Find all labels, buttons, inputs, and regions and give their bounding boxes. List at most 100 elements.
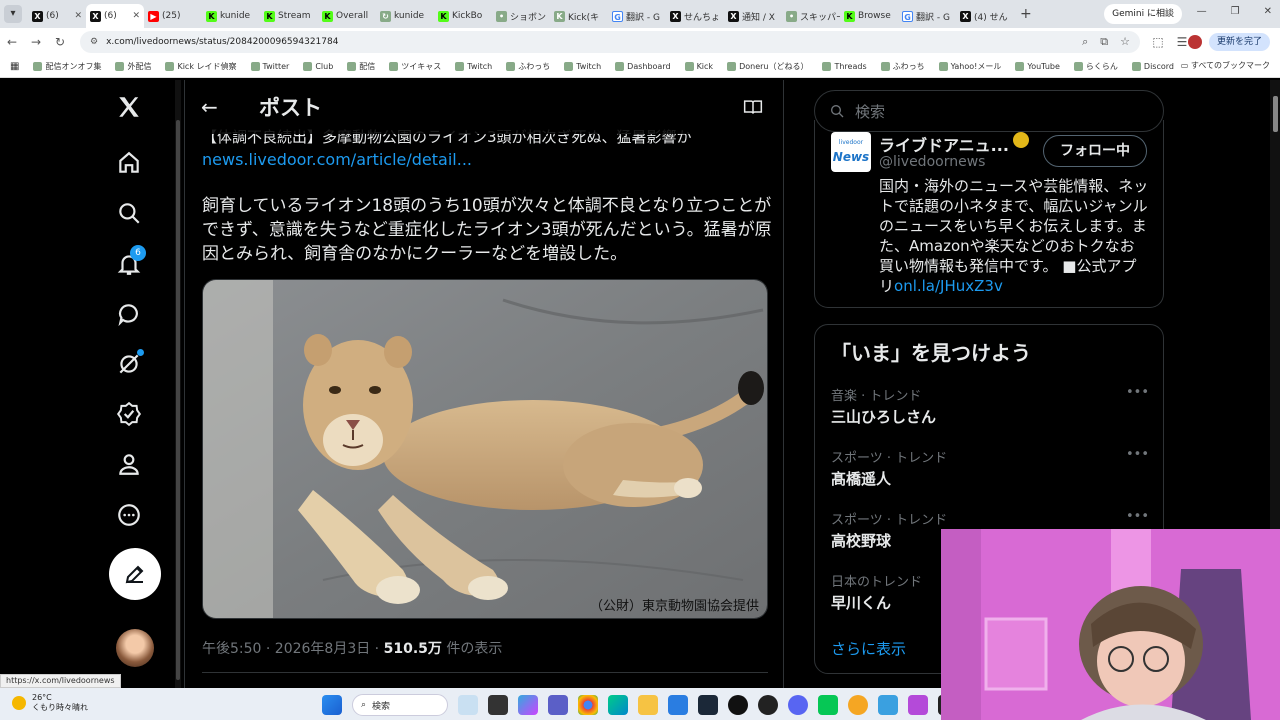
media-app-icon[interactable] [908,695,928,715]
livedoor-news-logo[interactable]: livedoor News [831,132,871,172]
browser-tab[interactable]: X 通知 / X [724,4,782,28]
bookmark-item[interactable]: Kick [684,61,713,72]
main-scrollbar[interactable] [175,80,181,688]
bookmark-item[interactable]: Club [303,61,333,72]
profile-avatar[interactable] [1188,35,1202,49]
task-view-icon[interactable] [488,695,508,715]
bookmark-item[interactable]: 外配信 [115,61,151,72]
site-info-icon[interactable]: ⚙ [90,37,98,47]
more-options-icon[interactable] [114,500,144,530]
bookmark-item[interactable]: Twitch [564,61,601,72]
browser-tab[interactable]: K Overall [318,4,376,28]
bookmark-item[interactable]: Doneru（どねる） [727,61,808,72]
weather-widget[interactable]: 26°C くもり時々晴れ [12,693,88,713]
bookmark-item[interactable]: Dashboard [615,61,671,72]
discord-icon[interactable] [788,695,808,715]
apps-grid-icon[interactable]: ▦ [10,61,19,72]
post-timestamp[interactable]: 午後5:50 · 2026年8月3日 · [202,641,384,657]
gemini-button[interactable]: Gemini に相談 [1104,4,1182,24]
main-scrollbar-thumb[interactable] [176,120,180,680]
star-icon[interactable]: ☆ [1120,35,1130,49]
bookmark-item[interactable]: 配信オンオフ集 [33,61,101,72]
browser-tab[interactable]: X (6) ✕ [86,4,144,28]
back-arrow-icon[interactable]: ← [201,95,223,119]
browser-tab[interactable]: K Browse [840,4,898,28]
trend-more-icon[interactable]: ••• [1126,509,1149,524]
file-explorer-icon[interactable] [638,695,658,715]
tab-close-icon[interactable]: ✕ [74,11,82,21]
messages-icon[interactable] [114,299,144,329]
profile-icon[interactable] [114,449,144,479]
line-icon[interactable] [818,695,838,715]
browser-tab[interactable]: ▶ (25) [144,4,202,28]
x-logo-icon[interactable] [114,92,144,122]
taskbar-widgets-icon[interactable] [458,695,478,715]
bookmark-item[interactable]: ツイキャス [389,61,441,72]
home-icon[interactable] [114,148,144,178]
edge-icon[interactable] [608,695,628,715]
maximize-button[interactable]: ❐ [1231,6,1240,17]
browser-tab[interactable]: G 翻訳 - G [608,4,666,28]
browser-tab[interactable]: X (4) せん [956,4,1014,28]
steam-icon[interactable] [698,695,718,715]
bookmark-item[interactable]: ふわっち [880,61,925,72]
browser-tab[interactable]: K Stream [260,4,318,28]
bookmark-item[interactable]: Twitch [455,61,492,72]
bookmark-item[interactable]: Twitter [250,61,289,72]
article-link[interactable]: news.livedoor.com/article/detail... [202,150,472,169]
reload-button[interactable]: ↻ [48,35,72,49]
post-photo[interactable]: （公財）東京動物園協会提供 [202,279,768,619]
explore-search-icon[interactable] [114,198,144,228]
taskbar-search[interactable]: ⌕ 検索 [352,694,448,716]
browser-tab[interactable]: X せんちょ [666,4,724,28]
obs-icon[interactable] [758,695,778,715]
bookmark-item[interactable]: 配信 [347,61,375,72]
extensions-icon[interactable]: ⬚ [1146,35,1170,49]
trend-item[interactable]: スポーツ · トレンド 髙橋遥人 ••• [831,447,1149,489]
trend-item[interactable]: 音楽 · トレンド 三山ひろしさん ••• [831,385,1149,427]
teams-icon[interactable] [548,695,568,715]
bookmark-item[interactable]: Yahoo!メール [938,61,1001,72]
browser-tab[interactable]: ↻ kunide [376,4,434,28]
close-window-button[interactable]: ✕ [1264,6,1272,17]
browser-tab[interactable]: •スキッパー [782,4,840,28]
show-more-link[interactable]: さらに表示 [831,638,906,659]
record-icon[interactable] [728,695,748,715]
zoom-icon[interactable]: ⌕ [1082,35,1088,49]
reader-mode-icon[interactable] [743,97,763,121]
windows-start-icon[interactable] [322,695,342,715]
back-button[interactable]: ← [0,35,24,49]
profile-name[interactable]: ライブドアニュ... [879,132,1009,156]
bookmark-item[interactable]: Kick レイド偵察 [165,61,237,72]
tab-close-icon[interactable]: ✕ [132,11,140,21]
bookmark-item[interactable]: YouTube [1015,61,1060,72]
browser-tab[interactable]: Kkunide [202,4,260,28]
url-field[interactable]: ⚙ x.com/livedoornews/status/208420009659… [80,31,1140,53]
minimize-button[interactable]: — [1197,6,1207,17]
browser-tab[interactable]: K Kick(キ [550,4,608,28]
coin-app-icon[interactable] [848,695,868,715]
account-avatar[interactable] [116,629,154,667]
bookmark-item[interactable]: Threads [822,61,867,72]
chrome-icon[interactable] [578,695,598,715]
browser-tab[interactable]: G 翻訳 - G [898,4,956,28]
install-icon[interactable]: ⧉ [1100,35,1108,49]
browser-tab[interactable]: K KickBo [434,4,492,28]
notifications-icon[interactable]: 6 [114,245,146,279]
bookmark-item[interactable]: らくらん [1073,61,1118,72]
search-box[interactable]: 検索 [814,90,1164,132]
trend-more-icon[interactable]: ••• [1126,385,1149,400]
verified-icon[interactable] [114,399,144,429]
new-tab-button[interactable]: + [1020,6,1032,22]
notepad-icon[interactable] [878,695,898,715]
copilot-icon[interactable] [518,695,538,715]
forward-button[interactable]: → [24,35,48,49]
update-button[interactable]: 更新を完了 [1208,33,1270,51]
browser-tab[interactable]: X (6) ✕ [28,4,86,28]
browser-tab[interactable]: • ショボン [492,4,550,28]
bookmark-item[interactable]: ふわっち [506,61,550,72]
page-scrollbar-thumb[interactable] [1273,96,1278,132]
trend-more-icon[interactable]: ••• [1126,447,1149,462]
grok-icon[interactable] [114,349,144,379]
tab-search-button[interactable]: ▾ [4,5,22,23]
